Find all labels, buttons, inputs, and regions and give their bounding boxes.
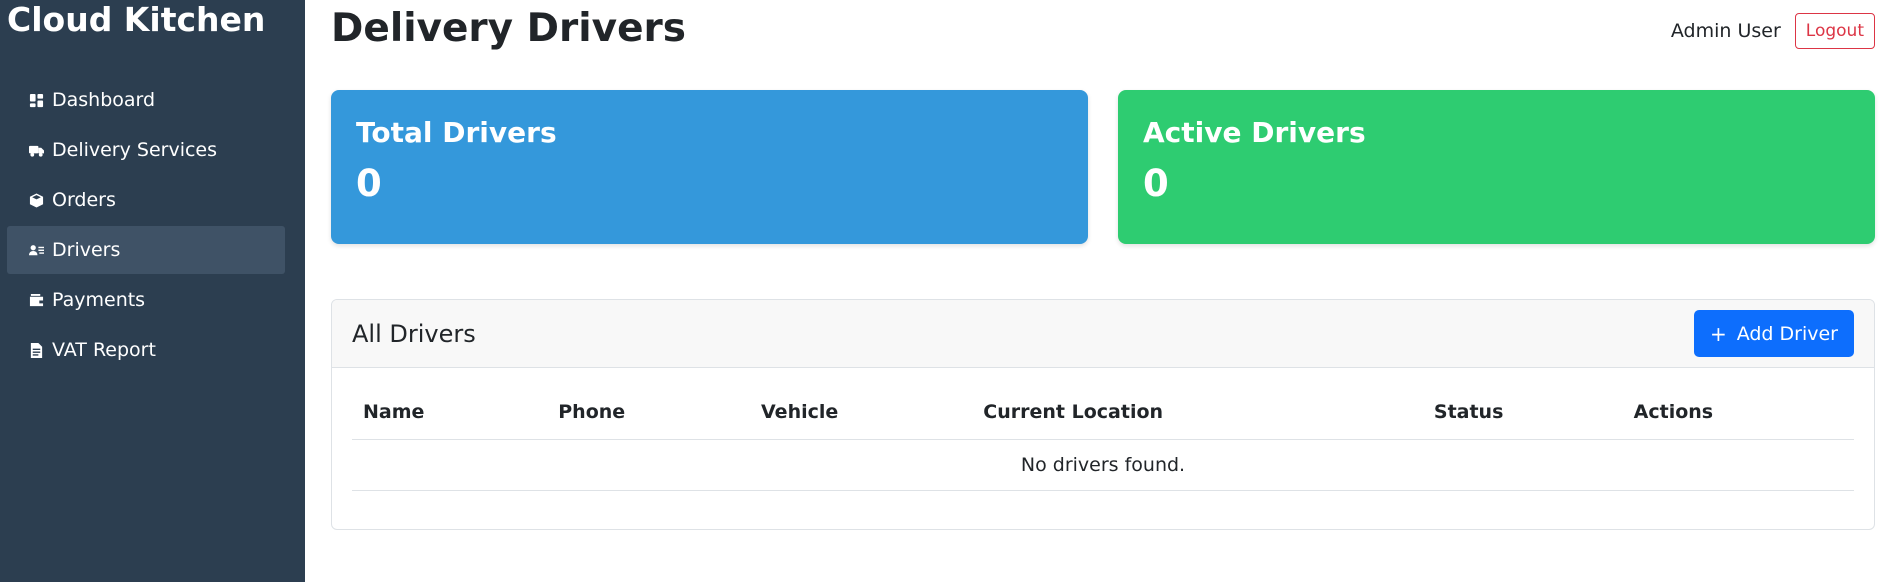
main-content: Delivery Drivers Admin User Logout Total… (305, 0, 1897, 582)
column-header-actions[interactable]: Actions (1622, 386, 1854, 440)
drivers-table: Name Phone Vehicle Current Location Stat… (352, 386, 1854, 491)
sidebar-item-label: Dashboard (52, 89, 156, 111)
drivers-panel-title: All Drivers (352, 319, 476, 348)
sidebar: Cloud Kitchen Dashboard Delivery Service… (0, 0, 305, 582)
sidebar-item-vat-report[interactable]: VAT Report (7, 326, 285, 374)
active-drivers-card: Active Drivers 0 (1118, 90, 1875, 244)
sidebar-item-label: Payments (52, 289, 146, 311)
column-header-name[interactable]: Name (352, 386, 548, 440)
truck-icon (28, 142, 44, 158)
total-drivers-label: Total Drivers (356, 116, 557, 149)
table-row: No drivers found. (352, 439, 1854, 491)
total-drivers-card: Total Drivers 0 (331, 90, 1088, 244)
sidebar-item-drivers[interactable]: Drivers (7, 226, 285, 274)
drivers-panel: All Drivers + Add Driver Name Phone Vehi… (331, 299, 1875, 530)
sidebar-item-payments[interactable]: Payments (7, 276, 285, 324)
active-drivers-value: 0 (1143, 162, 1169, 205)
topbar: Delivery Drivers Admin User Logout (331, 0, 1875, 90)
dashboard-icon (28, 92, 44, 108)
user-area: Admin User Logout (1671, 13, 1875, 49)
app-root: Cloud Kitchen Dashboard Delivery Service… (0, 0, 1897, 582)
drivers-panel-header: All Drivers + Add Driver (332, 300, 1874, 368)
sidebar-item-label: VAT Report (52, 339, 156, 361)
sidebar-item-label: Drivers (52, 239, 121, 261)
page-title: Delivery Drivers (331, 6, 686, 51)
sidebar-item-label: Delivery Services (52, 139, 218, 161)
plus-icon: + (1709, 321, 1727, 346)
table-header-row: Name Phone Vehicle Current Location Stat… (352, 386, 1854, 440)
column-header-phone[interactable]: Phone (547, 386, 751, 440)
active-drivers-label: Active Drivers (1143, 116, 1366, 149)
empty-state-message: No drivers found. (352, 439, 1854, 491)
add-driver-button[interactable]: + Add Driver (1693, 310, 1854, 357)
stats-row: Total Drivers 0 Active Drivers 0 (331, 90, 1875, 244)
box-icon (28, 192, 44, 208)
column-header-vehicle[interactable]: Vehicle (750, 386, 973, 440)
sidebar-item-delivery-services[interactable]: Delivery Services (7, 126, 285, 174)
column-header-current-location[interactable]: Current Location (972, 386, 1423, 440)
sidebar-nav: Dashboard Delivery Services Orders Drive… (7, 76, 285, 374)
sidebar-item-orders[interactable]: Orders (7, 176, 285, 224)
sidebar-item-label: Orders (52, 189, 116, 211)
logout-button[interactable]: Logout (1794, 13, 1875, 49)
add-driver-label: Add Driver (1736, 322, 1838, 345)
drivers-panel-body: Name Phone Vehicle Current Location Stat… (332, 368, 1874, 491)
brand-title: Cloud Kitchen (7, 0, 266, 39)
wallet-icon (28, 292, 44, 308)
user-name: Admin User (1670, 20, 1781, 42)
document-icon (28, 342, 44, 358)
column-header-status[interactable]: Status (1422, 386, 1623, 440)
sidebar-item-dashboard[interactable]: Dashboard (7, 76, 285, 124)
total-drivers-value: 0 (356, 162, 382, 205)
person-badge-icon (28, 242, 44, 258)
